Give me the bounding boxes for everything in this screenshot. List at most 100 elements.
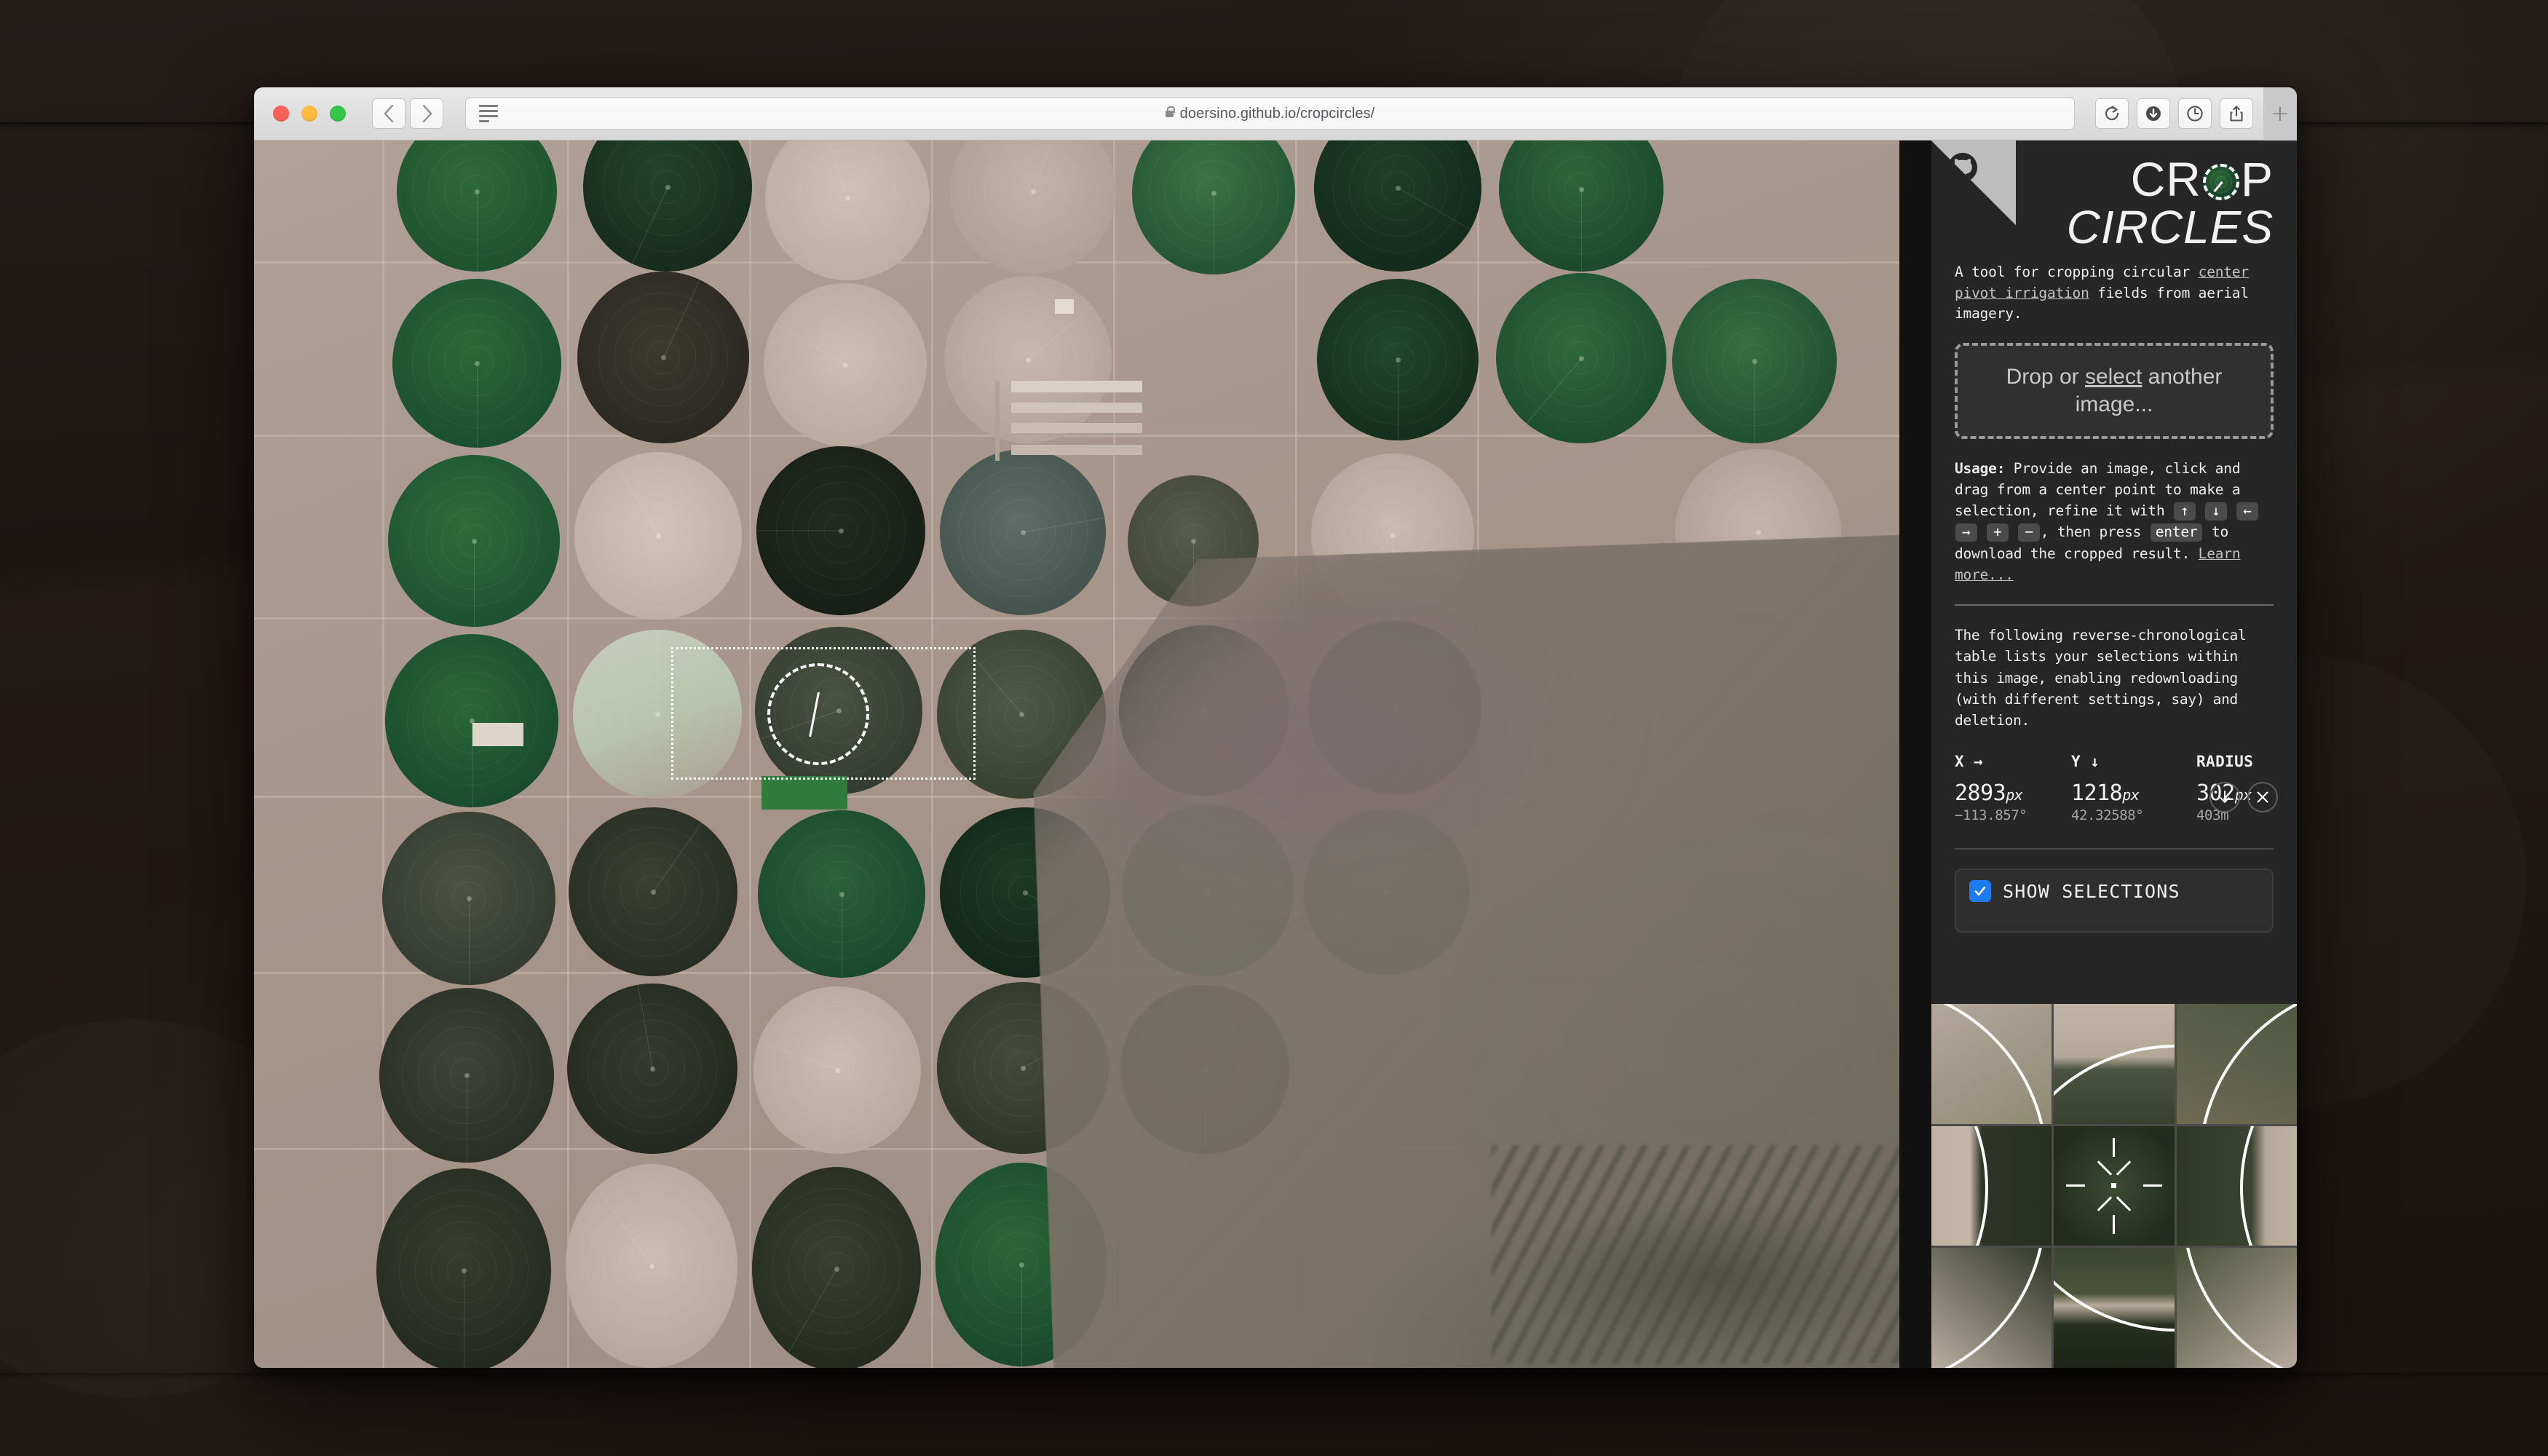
new-tab-label: +	[2271, 101, 2289, 127]
key-arrow-right[interactable]: →	[1955, 523, 1977, 542]
farm-building	[1055, 299, 1074, 314]
key-arrow-left[interactable]: ←	[2236, 502, 2258, 521]
magnifier-tile-center	[2054, 1126, 2174, 1246]
checkmark-icon	[1973, 884, 1987, 898]
desktop-background: doersino.github.io/cropcircles/	[0, 0, 2548, 1456]
pivot-circle	[753, 986, 921, 1154]
delete-selection-button[interactable]	[2247, 782, 2278, 812]
downloads-button[interactable]	[2137, 98, 2170, 129]
magnifier-preview	[1931, 1004, 2297, 1368]
farm-building	[1011, 423, 1142, 433]
maximize-window-button[interactable]	[330, 106, 346, 122]
close-x-icon	[2255, 789, 2271, 805]
magnifier-tile	[2054, 1004, 2174, 1124]
section-divider-2	[1955, 848, 2274, 850]
cell-x: 2893px −113.857°	[1955, 780, 2071, 823]
selection-arc	[2240, 1126, 2297, 1246]
key-enter[interactable]: enter	[2151, 523, 2203, 542]
select-image-link[interactable]: select	[2085, 365, 2142, 389]
image-dropzone[interactable]: Drop or select another image...	[1955, 343, 2274, 439]
usage-instructions: Usage: Provide an image, click and drag …	[1955, 458, 2274, 586]
toolbar-actions	[2095, 98, 2253, 129]
magnifier-tile	[2177, 1248, 2297, 1368]
aerial-imagery-canvas[interactable]	[254, 141, 1899, 1368]
cell-y-latitude: 42.32588°	[2071, 807, 2196, 823]
reader-view-icon[interactable]	[479, 105, 498, 122]
redownload-button[interactable]	[2209, 782, 2240, 812]
dropzone-text: Drop or select another image...	[1971, 363, 2258, 419]
show-selections-checkbox[interactable]	[1969, 880, 1991, 902]
unit-y: px	[2122, 786, 2139, 804]
share-button[interactable]	[2220, 98, 2253, 129]
column-header-radius: RADIUS	[2196, 753, 2274, 770]
selection-arc	[2054, 1045, 2174, 1124]
satellite-image	[254, 141, 1899, 1368]
page-content: CRP CIRCLES A tool for cropping circular…	[254, 141, 2297, 1368]
road	[382, 141, 384, 1368]
nav-buttons	[372, 98, 443, 129]
window-controls	[273, 106, 346, 122]
pivot-circle	[1672, 279, 1837, 443]
pivot-circle	[574, 452, 742, 620]
table-description: The following reverse-chronological tabl…	[1955, 625, 2274, 731]
pivot-circle	[752, 1167, 921, 1368]
history-button[interactable]	[2178, 98, 2212, 129]
key-arrow-up[interactable]: ↑	[2174, 502, 2196, 521]
new-tab-button[interactable]: +	[2263, 87, 2297, 141]
value-y-px: 1218	[2071, 780, 2122, 806]
row-actions	[2209, 782, 2278, 812]
download-arrow-icon	[2217, 789, 2233, 805]
selection-arc	[2182, 1248, 2297, 1368]
pivot-circle	[566, 1164, 737, 1368]
magnifier-tile	[1931, 1126, 2052, 1246]
key-minus[interactable]: −	[2018, 523, 2040, 542]
pivot-circle	[392, 279, 561, 448]
dropzone-part-1: Drop or	[2006, 365, 2085, 389]
selection-arc	[1931, 1126, 1988, 1246]
brand-crop-circle-o	[2203, 164, 2239, 200]
pivot-circle	[758, 810, 925, 978]
key-arrow-down[interactable]: ↓	[2205, 502, 2227, 521]
usage-text-2: , then press	[2041, 523, 2150, 540]
reload-button[interactable]	[2095, 98, 2129, 129]
pivot-circle	[577, 272, 749, 443]
pivot-circle	[567, 984, 737, 1154]
desktop-streak	[0, 1373, 2548, 1375]
show-selections-row[interactable]: SHOW SELECTIONS	[1955, 869, 2274, 933]
magnifier-tile	[2177, 1126, 2297, 1246]
road	[567, 141, 569, 1368]
browser-toolbar: doersino.github.io/cropcircles/	[254, 87, 2297, 141]
farm-building	[1011, 403, 1142, 413]
github-corner-ribbon[interactable]	[1931, 141, 2016, 225]
pivot-circle	[385, 634, 558, 807]
minimize-window-button[interactable]	[301, 106, 317, 122]
magnifier-tile	[2054, 1248, 2174, 1368]
ridge-terrain	[1492, 1145, 1899, 1364]
cell-y: 1218px 42.32588°	[2071, 780, 2196, 823]
farm-path	[995, 381, 1000, 461]
tagline: A tool for cropping circular center pivo…	[1955, 262, 2274, 323]
crosshair-reticle	[2054, 1126, 2174, 1246]
usage-label: Usage:	[1955, 460, 2005, 477]
section-divider	[1955, 604, 2274, 606]
key-plus[interactable]: +	[1987, 523, 2009, 542]
pivot-circle	[1317, 279, 1479, 440]
pivot-circle	[1496, 273, 1666, 443]
show-selections-label: SHOW SELECTIONS	[2003, 881, 2180, 902]
magnifier-tile	[1931, 1004, 2052, 1124]
column-header-x: X →	[1955, 753, 2071, 770]
brand-text-cr: CR	[2131, 152, 2201, 206]
pivot-circle	[756, 446, 925, 615]
back-button[interactable]	[372, 98, 405, 129]
selection-arc	[1931, 1248, 2046, 1368]
pivot-circle	[379, 988, 554, 1163]
magnifier-tile	[1931, 1248, 2052, 1368]
address-bar[interactable]: doersino.github.io/cropcircles/	[465, 98, 2075, 130]
value-x-px: 2893	[1955, 780, 2006, 806]
close-window-button[interactable]	[273, 106, 289, 122]
selection-arc	[2199, 1004, 2297, 1124]
pivot-circle	[376, 1168, 551, 1368]
forward-button[interactable]	[410, 98, 443, 129]
field-patch	[761, 776, 847, 810]
selection-circle[interactable]	[767, 663, 869, 765]
